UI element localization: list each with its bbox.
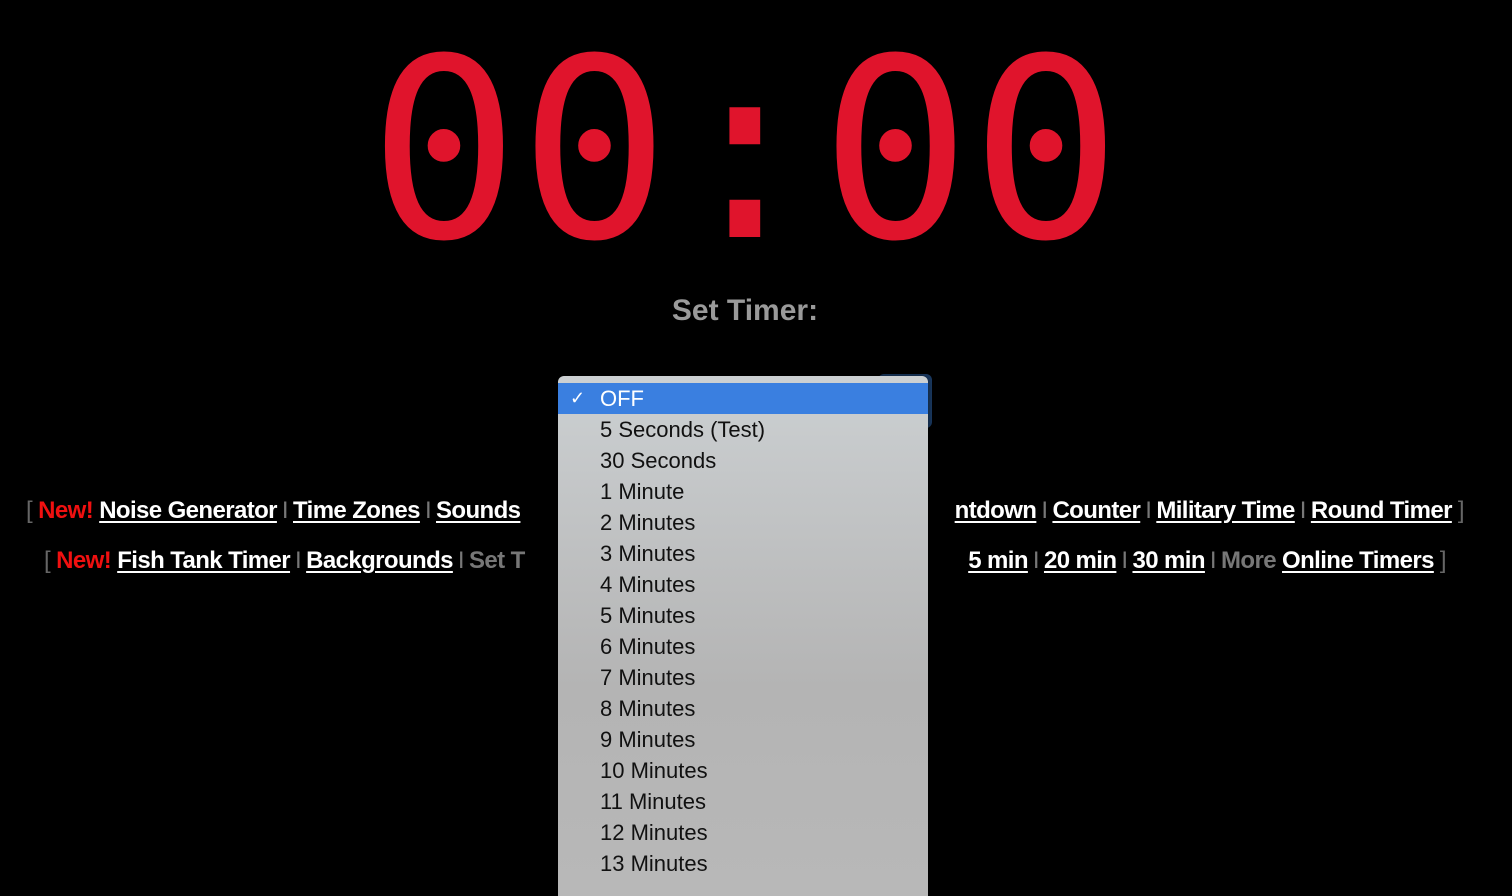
timer-display: 00:00	[368, 5, 1122, 296]
timer-dropdown-menu[interactable]: ✓ OFF 5 Seconds (Test) 30 Seconds 1 Minute 2 …	[558, 376, 928, 896]
dropdown-option[interactable]: 6 Minutes	[558, 631, 928, 662]
link-counter[interactable]: Counter	[1052, 497, 1140, 524]
dropdown-option[interactable]: 13 Minutes	[558, 848, 928, 879]
dropdown-option[interactable]: ✓ OFF	[558, 383, 928, 414]
bracket-open: [	[44, 547, 51, 574]
dropdown-option[interactable]: 11 Minutes	[558, 786, 928, 817]
dropdown-option[interactable]: 1 Minute	[558, 476, 928, 507]
dropdown-option[interactable]: 5 Seconds (Test)	[558, 414, 928, 445]
link-round-timer[interactable]: Round Timer	[1311, 497, 1453, 524]
separator: I	[295, 547, 302, 574]
dropdown-option[interactable]: 7 Minutes	[558, 662, 928, 693]
link-20-min[interactable]: 20 min	[1044, 547, 1117, 574]
separator: I	[457, 547, 465, 574]
new-badge: New!	[38, 497, 94, 524]
dropdown-option-label: 11 Minutes	[600, 789, 706, 814]
dropdown-option-label: 7 Minutes	[600, 665, 696, 690]
dropdown-option-label: 5 Seconds (Test)	[600, 417, 766, 442]
link-military-time[interactable]: Military Time	[1156, 497, 1295, 524]
dropdown-option[interactable]: 3 Minutes	[558, 538, 928, 569]
dropdown-option[interactable]: 5 Minutes	[558, 600, 928, 631]
link-time-zones[interactable]: Time Zones	[293, 497, 421, 524]
dropdown-option-label: 2 Minutes	[600, 510, 696, 535]
dropdown-option-label: 30 Seconds	[600, 448, 717, 473]
dropdown-option-label: 1 Minute	[600, 479, 685, 504]
set-timer-text: Set T	[468, 547, 525, 574]
links-row-1-right: ntdown I Counter I Military Time I Round Timer…	[955, 497, 1465, 525]
separator: I	[1145, 497, 1152, 524]
bracket-close: ]	[1439, 547, 1447, 574]
link-15-min[interactable]: 5 min	[968, 547, 1028, 574]
dropdown-option-label: 3 Minutes	[600, 541, 696, 566]
dropdown-option-label: OFF	[600, 386, 644, 411]
checkmark-icon: ✓	[570, 388, 586, 408]
links-row-2-left: [ New! Fish Tank Timer I Backgrounds I Set T	[44, 547, 525, 575]
dropdown-option[interactable]: 4 Minutes	[558, 569, 928, 600]
link-noise-generator[interactable]: Noise Generator	[99, 497, 277, 524]
link-backgrounds[interactable]: Backgrounds	[306, 547, 453, 574]
bracket-close: ]	[1457, 497, 1465, 524]
link-countdown[interactable]: ntdown	[955, 497, 1037, 524]
links-row-2-right: 5 min I 20 min I 30 min I More Online Timers ]	[968, 547, 1446, 575]
dropdown-option[interactable]: 12 Minutes	[558, 817, 928, 848]
dropdown-option[interactable]: 30 Seconds	[558, 445, 928, 476]
separator: I	[1209, 547, 1217, 574]
dropdown-option[interactable]: 10 Minutes	[558, 755, 928, 786]
separator: I	[1121, 547, 1128, 574]
dropdown-option-label: 12 Minutes	[600, 820, 708, 845]
link-30-min[interactable]: 30 min	[1132, 547, 1205, 574]
dropdown-option-label: 6 Minutes	[600, 634, 696, 659]
dropdown-option-label: 9 Minutes	[600, 727, 696, 752]
separator: I	[424, 497, 432, 524]
new-badge: New!	[56, 547, 112, 574]
separator: I	[281, 497, 289, 524]
bracket-open: [	[26, 497, 33, 524]
links-row-1-left: [ New! Noise Generator I Time Zones I Sounds	[26, 497, 521, 525]
separator: I	[1041, 497, 1048, 524]
dropdown-option[interactable]: 2 Minutes	[558, 507, 928, 538]
dropdown-option[interactable]: 9 Minutes	[558, 724, 928, 755]
separator: I	[1299, 497, 1307, 524]
dropdown-option-label: 8 Minutes	[600, 696, 696, 721]
link-online-timers[interactable]: Online Timers	[1282, 547, 1434, 574]
more-text: More	[1221, 547, 1277, 574]
dropdown-option-label: 10 Minutes	[600, 758, 708, 783]
set-timer-label: Set Timer:	[671, 294, 819, 327]
dropdown-option-label: 5 Minutes	[600, 603, 696, 628]
dropdown-option[interactable]: 8 Minutes	[558, 693, 928, 724]
dropdown-option-label: 13 Minutes	[600, 851, 708, 876]
dropdown-option-label: 4 Minutes	[600, 572, 696, 597]
link-sounds[interactable]: Sounds	[436, 497, 521, 524]
link-fish-tank-timer[interactable]: Fish Tank Timer	[117, 547, 290, 574]
separator: I	[1032, 547, 1040, 574]
